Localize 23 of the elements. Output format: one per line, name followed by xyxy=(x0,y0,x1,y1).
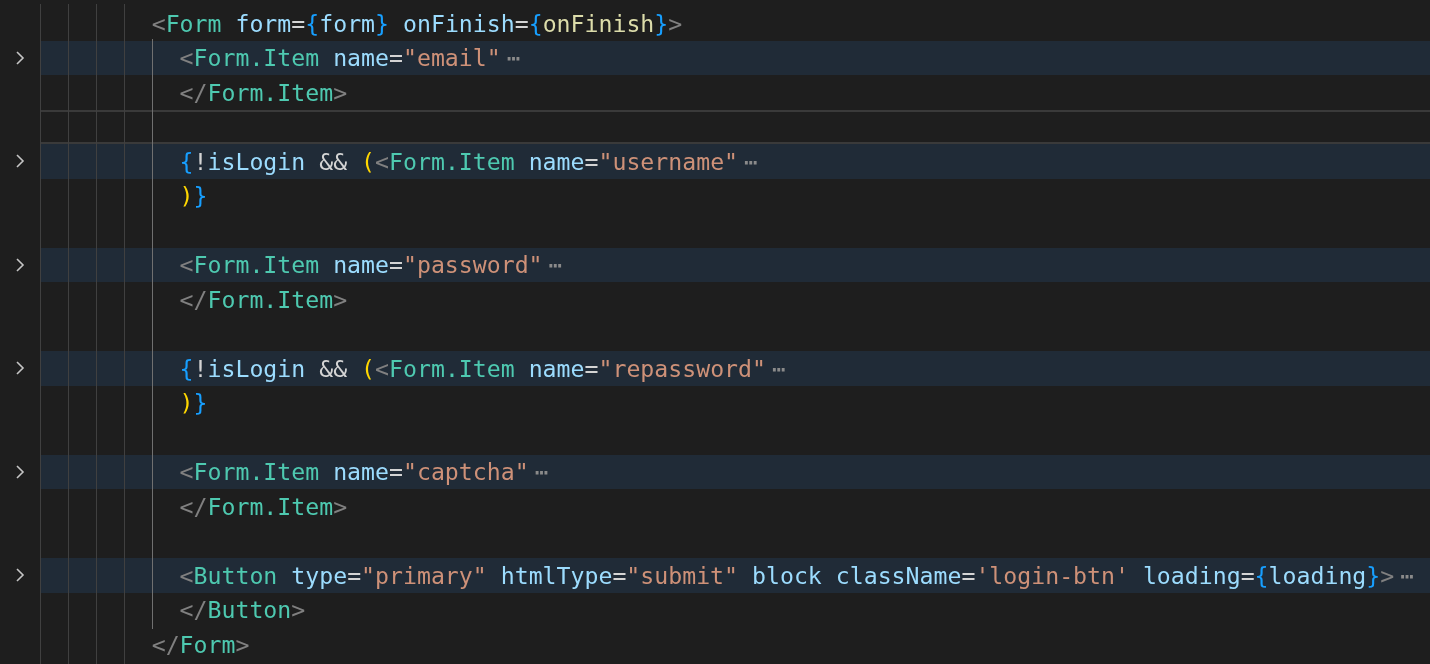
code-line: )} xyxy=(179,182,208,210)
chevron-right-icon[interactable] xyxy=(13,255,27,274)
code-line: </Form.Item> xyxy=(179,78,348,106)
code-line: <Form.Item name="captcha" xyxy=(179,458,529,486)
code-line: {!isLogin && (<Form.Item name="username" xyxy=(179,147,739,175)
chevron-right-icon[interactable] xyxy=(13,462,27,481)
fold-ellipsis[interactable]: ⋯ xyxy=(772,354,786,382)
code-line: <Form form={form} onFinish={onFinish}> xyxy=(151,9,683,37)
code-line: <Button type="primary" htmlType="submit" block className='login-btn' loading={loading}> xyxy=(179,561,1395,589)
code-line: <Form.Item name="password" xyxy=(179,251,543,279)
code-line: <Form.Item name="email" xyxy=(179,44,501,72)
code-line: )} xyxy=(179,389,208,417)
code-line: </Form.Item> xyxy=(179,285,348,313)
fold-ellipsis[interactable]: ⋯ xyxy=(548,251,563,279)
code-line: </Button> xyxy=(179,596,306,624)
fold-ellipsis[interactable]: ⋯ xyxy=(534,458,549,486)
code-line: </Form> xyxy=(151,630,250,658)
code-line: {!isLogin && (<Form.Item name="repassword" xyxy=(179,354,766,382)
code-line: </Form.Item> xyxy=(179,492,348,520)
fold-ellipsis[interactable]: ⋯ xyxy=(506,44,521,72)
fold-ellipsis[interactable]: ⋯ xyxy=(744,147,759,175)
fold-ellipsis[interactable]: ⋯ xyxy=(1400,561,1415,589)
chevron-right-icon[interactable] xyxy=(13,48,27,67)
